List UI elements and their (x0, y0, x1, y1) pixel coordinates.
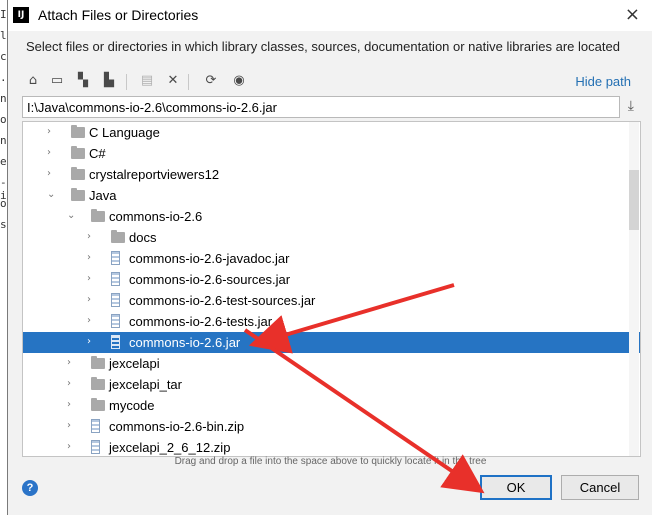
tree-row-label: commons-io-2.6 (109, 209, 203, 224)
delete-icon[interactable]: ✕ (162, 70, 184, 92)
background-code-line: I (0, 8, 7, 21)
tree-row-label: jexcelapi_tar (109, 377, 182, 392)
cancel-button[interactable]: Cancel (561, 475, 639, 500)
tree-row[interactable]: › jexcelapi (23, 353, 640, 374)
show-hidden-icon[interactable]: ◉ (228, 70, 250, 92)
tree-row[interactable]: › mycode (23, 395, 640, 416)
background-code-line: n (0, 92, 7, 105)
tree-row-label: mycode (109, 398, 155, 413)
background-code-line: e (0, 155, 7, 168)
tree-row[interactable]: › C# (23, 143, 640, 164)
dialog-description: Select files or directories in which lib… (26, 39, 620, 54)
toolbar-separator (126, 74, 127, 90)
tree-row[interactable]: › commons-io-2.6-test-sources.jar (23, 290, 640, 311)
ok-button[interactable]: OK (480, 475, 552, 500)
archive-icon (111, 251, 120, 265)
archive-icon (91, 419, 100, 433)
tree-row-label: crystalreportviewers12 (89, 167, 220, 182)
folder-icon (71, 125, 85, 138)
tree-row[interactable]: › jexcelapi_2_6_12.zip (23, 437, 640, 456)
file-tree[interactable]: › jexcelapi_2_6_12.zip › commons-io-2.6-bin… (22, 121, 641, 457)
tree-row[interactable]: › crystalreportviewers12 (23, 164, 640, 185)
expand-arrow-icon[interactable]: › (67, 378, 77, 390)
expand-arrow-icon[interactable]: › (87, 231, 97, 243)
tree-scrollbar-thumb[interactable] (629, 170, 639, 230)
expand-arrow-icon[interactable]: › (87, 252, 97, 264)
archive-icon (111, 272, 120, 286)
expand-arrow-icon[interactable]: › (47, 126, 57, 138)
tree-row-label: C# (89, 146, 106, 161)
new-folder-icon[interactable]: ▤ (136, 70, 158, 92)
home-icon[interactable]: ⌂ (22, 70, 44, 92)
folder-icon (91, 398, 105, 411)
path-value: I:\Java\commons-io-2.6\commons-io-2.6.ja… (27, 100, 277, 115)
expand-arrow-icon[interactable]: › (67, 399, 77, 411)
intellij-app-icon: IJ (13, 7, 29, 23)
tree-row[interactable]: › C Language (23, 122, 640, 143)
tree-row[interactable]: › commons-io-2.6-sources.jar (23, 269, 640, 290)
help-button[interactable]: ? (22, 480, 38, 496)
desktop-icon[interactable]: ▭ (46, 70, 68, 92)
background-code-line: o (0, 197, 7, 210)
tree-row-label: commons-io-2.6-bin.zip (109, 419, 245, 434)
folder-icon (91, 356, 105, 369)
folder-icon (91, 209, 105, 222)
tree-row-label: docs (129, 230, 157, 245)
collapse-arrow-icon[interactable]: ⌄ (67, 210, 77, 222)
dialog-title: Attach Files or Directories (38, 7, 199, 23)
tree-row-label: commons-io-2.6-javadoc.jar (129, 251, 290, 266)
expand-arrow-icon[interactable]: › (47, 168, 57, 180)
path-input[interactable]: I:\Java\commons-io-2.6\commons-io-2.6.ja… (22, 96, 620, 118)
archive-icon (111, 335, 120, 349)
expand-arrow-icon[interactable]: › (87, 294, 97, 306)
tree-row-label: commons-io-2.6.jar (129, 335, 241, 350)
expand-arrow-icon[interactable]: › (87, 315, 97, 327)
tree-row-label: commons-io-2.6-test-sources.jar (129, 293, 316, 308)
file-chooser-toolbar: ⌂ ▭ ▚ ▙ ▤ ✕ ⟳ ◉ (22, 70, 442, 94)
project-icon[interactable]: ▚ (72, 70, 94, 92)
tree-row-label: C Language (89, 125, 160, 140)
expand-arrow-icon[interactable]: › (67, 441, 77, 453)
title-bar: IJ Attach Files or Directories × (8, 0, 652, 31)
tree-row[interactable]: ⌄ commons-io-2.6 (23, 206, 640, 227)
tree-row-label: Java (89, 188, 117, 203)
refresh-icon[interactable]: ⟳ (200, 70, 222, 92)
archive-icon (111, 293, 120, 307)
tree-row[interactable]: › docs (23, 227, 640, 248)
tree-row[interactable]: › jexcelapi_tar (23, 374, 640, 395)
background-code-line: l (0, 29, 7, 42)
attach-files-dialog: IJ Attach Files or Directories × Select … (7, 0, 652, 515)
folder-icon (71, 188, 85, 201)
tree-row-label: commons-io-2.6-tests.jar (129, 314, 273, 329)
expand-arrow-icon[interactable]: › (47, 147, 57, 159)
tree-row[interactable]: › commons-io-2.6-tests.jar (23, 311, 640, 332)
module-icon[interactable]: ▙ (98, 70, 120, 92)
tree-row-label: jexcelapi (109, 356, 160, 371)
folder-icon (71, 146, 85, 159)
archive-icon (111, 314, 120, 328)
archive-icon (91, 440, 100, 454)
tree-row-selected[interactable]: › commons-io-2.6.jar (23, 332, 640, 353)
close-icon[interactable]: × (625, 4, 640, 25)
tree-row[interactable]: › commons-io-2.6-bin.zip (23, 416, 640, 437)
folder-icon (111, 230, 125, 243)
tree-row[interactable]: › commons-io-2.6-javadoc.jar (23, 248, 640, 269)
expand-arrow-icon[interactable]: › (67, 357, 77, 369)
folder-icon (91, 377, 105, 390)
collapse-arrow-icon[interactable]: ⌄ (47, 189, 57, 201)
tree-row-label: commons-io-2.6-sources.jar (129, 272, 291, 287)
toolbar-separator (188, 74, 189, 90)
download-icon[interactable]: ⤓ (628, 98, 634, 114)
tree-row-label: jexcelapi_2_6_12.zip (109, 440, 231, 455)
expand-arrow-icon[interactable]: › (87, 336, 97, 348)
tree-row[interactable]: ⌄ Java (23, 185, 640, 206)
expand-arrow-icon[interactable]: › (67, 420, 77, 432)
drag-drop-hint: Drag and drop a file into the space abov… (174, 456, 487, 467)
folder-icon (71, 167, 85, 180)
background-code-line: o (0, 113, 7, 126)
hide-path-link[interactable]: Hide path (575, 74, 631, 89)
expand-arrow-icon[interactable]: › (87, 273, 97, 285)
